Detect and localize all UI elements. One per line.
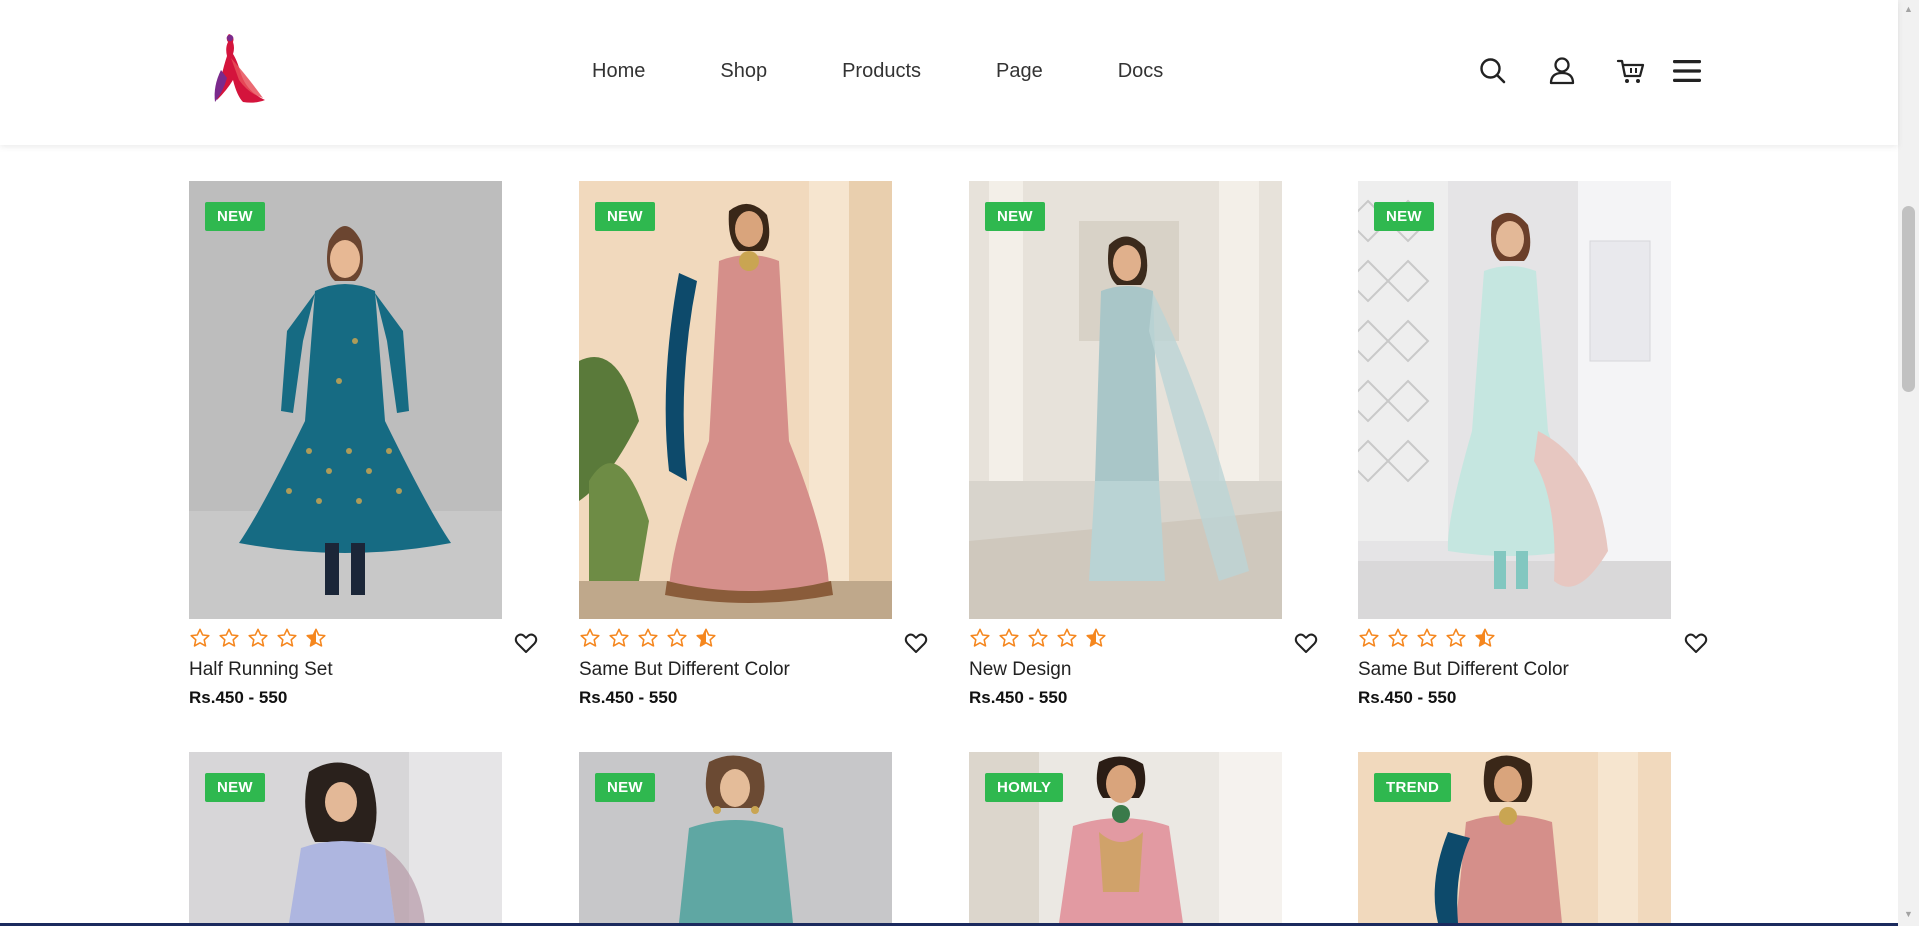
star-icon xyxy=(1056,627,1078,649)
product-badge: NEW xyxy=(1374,202,1434,231)
star-icon xyxy=(666,627,688,649)
wishlist-heart-icon[interactable] xyxy=(514,632,538,654)
product-card[interactable]: NEW xyxy=(189,752,502,923)
star-icon xyxy=(1445,627,1467,649)
product-card[interactable]: NEW xyxy=(579,752,892,923)
product-price: Rs.450 - 550 xyxy=(969,688,1068,707)
nav-page[interactable]: Page xyxy=(996,56,1043,86)
nav-docs[interactable]: Docs xyxy=(1118,56,1164,86)
star-icon xyxy=(998,627,1020,649)
product-badge: HOMLY xyxy=(985,773,1064,802)
cart-icon[interactable] xyxy=(1614,54,1648,88)
product-image[interactable]: NEW xyxy=(969,181,1282,619)
product-image[interactable]: NEW xyxy=(579,752,892,923)
product-rating xyxy=(969,627,1114,649)
product-name[interactable]: New Design xyxy=(969,657,1071,683)
star-icon xyxy=(247,627,269,649)
product-rating xyxy=(189,627,334,649)
star-icon xyxy=(608,627,630,649)
product-name[interactable]: Same But Different Color xyxy=(579,657,790,683)
product-card[interactable]: NEW xyxy=(579,181,892,619)
star-half-icon xyxy=(695,627,717,649)
star-half-icon xyxy=(305,627,327,649)
product-card[interactable]: NEW xyxy=(189,181,502,619)
hamburger-menu-icon[interactable] xyxy=(1670,54,1704,88)
star-icon xyxy=(1416,627,1438,649)
product-image[interactable]: NEW xyxy=(1358,181,1671,619)
nav-shop[interactable]: Shop xyxy=(720,56,767,86)
site-header: Home Shop Products Page Docs xyxy=(0,0,1898,145)
product-name[interactable]: Half Running Set xyxy=(189,657,333,683)
product-image[interactable]: NEW xyxy=(579,181,892,619)
page: NEW NEW NEW NEW Half Running Set Same Bu… xyxy=(0,0,1919,926)
star-icon xyxy=(1358,627,1380,649)
user-icon[interactable] xyxy=(1545,54,1579,88)
product-badge: NEW xyxy=(595,202,655,231)
wishlist-heart-icon[interactable] xyxy=(1684,632,1708,654)
product-card[interactable]: TREND xyxy=(1358,752,1671,923)
product-card[interactable]: NEW xyxy=(1358,181,1671,619)
product-badge: TREND xyxy=(1374,773,1452,802)
product-image[interactable]: NEW xyxy=(189,752,502,923)
product-badge: NEW xyxy=(595,773,655,802)
star-half-icon xyxy=(1085,627,1107,649)
star-icon xyxy=(969,627,991,649)
product-image[interactable]: NEW xyxy=(189,181,502,619)
star-icon xyxy=(218,627,240,649)
nav-home[interactable]: Home xyxy=(592,56,645,86)
product-card[interactable]: NEW xyxy=(969,181,1282,619)
main-nav: Home Shop Products Page Docs xyxy=(592,56,1163,86)
scroll-thumb[interactable] xyxy=(1902,206,1915,392)
wishlist-heart-icon[interactable] xyxy=(904,632,928,654)
product-rating xyxy=(1358,627,1503,649)
star-icon xyxy=(1387,627,1409,649)
product-price: Rs.450 - 550 xyxy=(579,688,678,707)
product-price: Rs.450 - 550 xyxy=(189,688,288,707)
product-rating xyxy=(579,627,724,649)
product-image[interactable]: TREND xyxy=(1358,752,1671,923)
star-icon xyxy=(276,627,298,649)
star-half-icon xyxy=(1474,627,1496,649)
product-price: Rs.450 - 550 xyxy=(1358,688,1457,707)
scroll-up-arrow-icon[interactable]: ▲ xyxy=(1898,0,1919,18)
star-icon xyxy=(579,627,601,649)
product-badge: NEW xyxy=(985,202,1045,231)
star-icon xyxy=(189,627,211,649)
search-icon[interactable] xyxy=(1476,54,1510,88)
star-icon xyxy=(637,627,659,649)
star-icon xyxy=(1027,627,1049,649)
product-name[interactable]: Same But Different Color xyxy=(1358,657,1569,683)
product-image[interactable]: HOMLY xyxy=(969,752,1282,923)
scroll-down-arrow-icon[interactable]: ▼ xyxy=(1898,905,1919,923)
nav-products[interactable]: Products xyxy=(842,56,921,86)
product-badge: NEW xyxy=(205,202,265,231)
page-scrollbar[interactable]: ▲ ▼ xyxy=(1898,0,1919,926)
product-badge: NEW xyxy=(205,773,265,802)
brand-logo[interactable] xyxy=(203,30,267,106)
wishlist-heart-icon[interactable] xyxy=(1294,632,1318,654)
product-card[interactable]: HOMLY xyxy=(969,752,1282,923)
